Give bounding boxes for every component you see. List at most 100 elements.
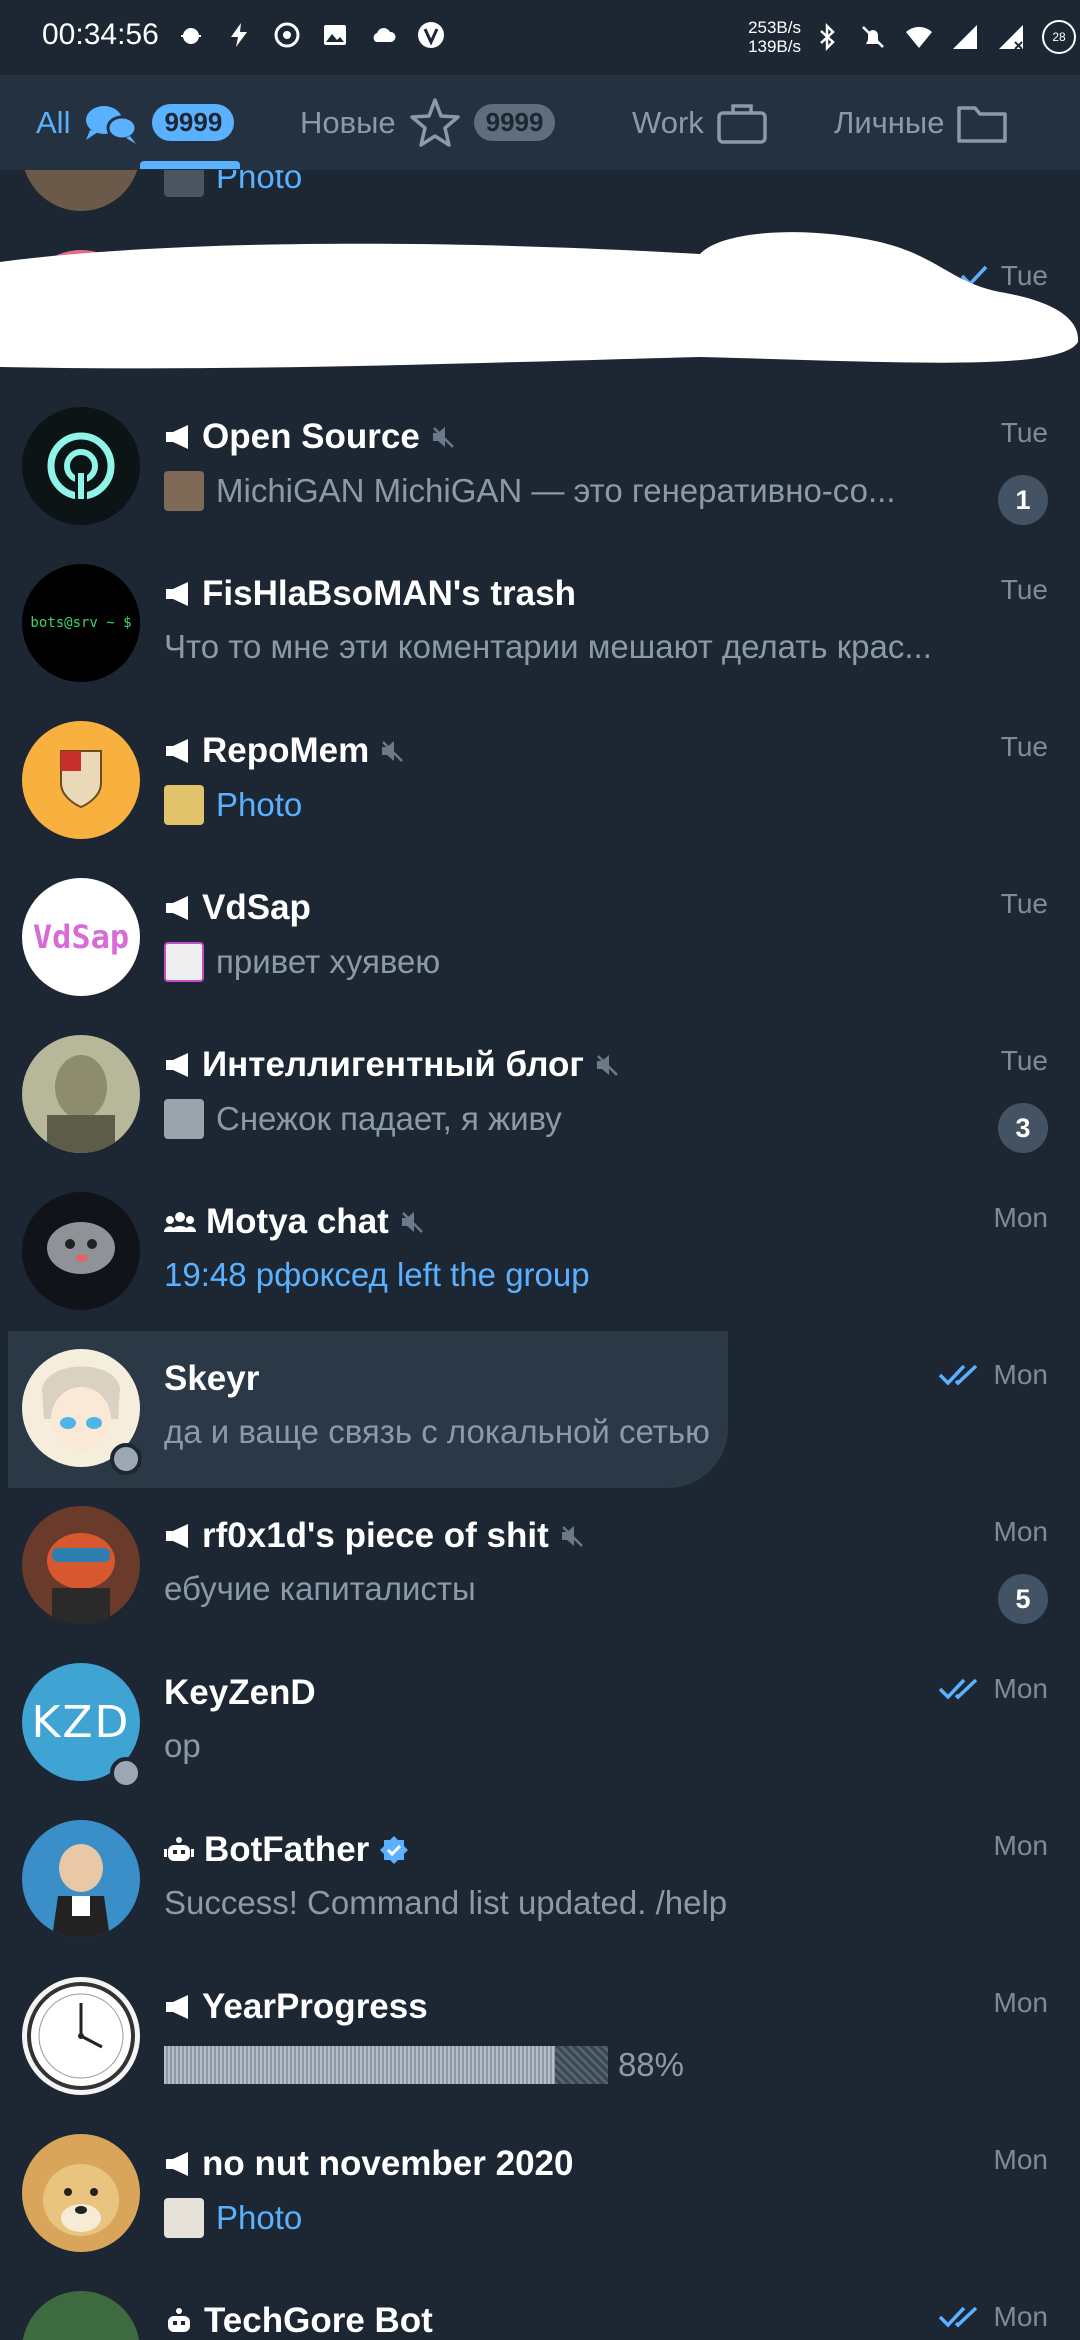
- cat-photo-icon: [47, 1222, 115, 1274]
- folder-tabs: All 9999 Новые 9999 Work Личные: [0, 75, 1080, 170]
- chat-preview: ебучие капиталисты: [164, 1570, 476, 1607]
- avatar: [22, 1977, 140, 2095]
- channel-megaphone-icon: [166, 425, 188, 449]
- chat-row-fishlabsoman[interactable]: bots@srv ~ $ FisHlaBsoMAN's trash Tue Чт…: [0, 546, 1080, 703]
- chat-row-open-source[interactable]: Open Source Tue MichiGAN MichiGAN — это …: [0, 389, 1080, 546]
- channel-megaphone-icon: [166, 896, 188, 920]
- chat-row[interactable]: Photo: [0, 170, 1080, 232]
- muted-icon: [382, 741, 404, 762]
- tab-novye[interactable]: Новые 9999: [300, 75, 556, 170]
- shield-crest-icon: [60, 750, 102, 809]
- chat-row-skeyr[interactable]: Skeyr Mon да и ваще связь с локальной се…: [0, 1331, 1080, 1488]
- tab-label: All: [36, 104, 71, 140]
- cartoon-character-icon: [47, 1533, 115, 1624]
- chat-title: no nut november 2020: [164, 2144, 573, 2184]
- avatar: [22, 721, 140, 839]
- chat-time: Tue: [1000, 1045, 1048, 1076]
- chat-time: Mon: [938, 1359, 1048, 1391]
- progress-track: [164, 2046, 608, 2084]
- chat-preview: привет хуявею: [164, 942, 1004, 982]
- wifi-icon: [906, 26, 932, 48]
- chat-row-keyzend[interactable]: KZD KeyZenD Mon ор: [0, 1645, 1080, 1802]
- chat-row-repomem[interactable]: RepoMem Tue Photo: [0, 703, 1080, 860]
- muted-icon: [561, 1526, 583, 1547]
- chat-row-vdsap[interactable]: VdSap VdSap Tue привет хуявею: [0, 860, 1080, 1017]
- avatar: VdSap: [22, 878, 140, 996]
- chat-time: Mon: [993, 2144, 1048, 2175]
- channel-megaphone-icon: [166, 739, 188, 763]
- chat-list[interactable]: Photo Tue Open Source Tue MichiGAN Michi…: [0, 170, 1080, 2340]
- active-tab-indicator: [140, 161, 240, 169]
- tab-lichnye[interactable]: Личные: [834, 75, 1008, 170]
- chat-title: BotFather: [164, 1830, 409, 1870]
- chat-time: Tue: [1000, 574, 1048, 605]
- offline-status-dot: [110, 1757, 142, 1789]
- avatar: [22, 407, 140, 525]
- double-check-icon: [938, 1364, 977, 1386]
- chat-row-botfather[interactable]: BotFather Mon Success! Command list upda…: [0, 1802, 1080, 1959]
- chat-preview: Что то мне эти коментарии мешают делать …: [164, 628, 932, 665]
- chat-preview: Photo: [164, 170, 1004, 197]
- status-clock: 00:34:56: [42, 18, 159, 51]
- photo-thumbnail: [164, 2198, 204, 2238]
- signal-2-icon: [999, 25, 1023, 50]
- chat-time: Mon: [938, 2301, 1048, 2333]
- offline-status-dot: [110, 1443, 142, 1475]
- chat-time: Mon: [993, 1202, 1048, 1233]
- chat-title: Open Source: [164, 417, 456, 457]
- cloud-icon: [373, 28, 396, 42]
- chat-row-yearprogress[interactable]: YearProgress Mon 88%: [0, 1959, 1080, 2116]
- vdsap-logo-icon: VdSap: [32, 918, 130, 956]
- portrait-icon: [47, 1055, 115, 1153]
- tab-all[interactable]: All 9999: [36, 75, 235, 170]
- bug-icon: [181, 28, 201, 44]
- chat-preview: да и ваще связь с локальной сетью: [164, 1413, 710, 1450]
- chat-title: KeyZenD: [164, 1673, 316, 1712]
- chat-time: Tue: [1000, 731, 1048, 762]
- chat-title: TechGore Bot: [164, 2301, 433, 2340]
- battery-icon: 28: [1042, 20, 1076, 54]
- redaction-scribble: [0, 232, 1079, 369]
- chat-preview: MichiGAN MichiGAN — это генеративно-со..…: [164, 471, 944, 511]
- unread-badge: 3: [998, 1103, 1048, 1153]
- double-check-icon: [938, 2306, 977, 2328]
- chat-title: YearProgress: [164, 1987, 428, 2027]
- chat-time: Tue: [1000, 888, 1048, 919]
- folder-icon: [957, 105, 1008, 143]
- signal-icon: [953, 25, 977, 49]
- tab-work[interactable]: Work: [632, 75, 768, 170]
- bot-icon: [164, 1837, 194, 1861]
- avatar: [22, 2291, 140, 2340]
- avatar: bots@srv ~ $: [22, 564, 140, 682]
- channel-megaphone-icon: [166, 1053, 188, 1077]
- chat-time: Mon: [993, 1987, 1048, 2018]
- channel-megaphone-icon: [166, 1524, 188, 1548]
- photo-thumbnail: [164, 785, 204, 825]
- avatar: [22, 1035, 140, 1153]
- chat-time: Mon: [993, 1830, 1048, 1861]
- image-icon: [324, 25, 346, 45]
- chat-row-no-nut-november[interactable]: no nut november 2020 Mon Photo: [0, 2116, 1080, 2273]
- chat-row-rf0x1d[interactable]: rf0x1d's piece of shit Mon ебучие капита…: [0, 1488, 1080, 1645]
- system-icons: 28: [812, 20, 1076, 54]
- channel-megaphone-icon: [166, 582, 188, 606]
- notification-icons: [176, 20, 446, 50]
- chat-row[interactable]: Tue: [0, 232, 1080, 389]
- status-bar: 00:34:56 253B/s 139B/s 28: [0, 0, 1080, 75]
- avatar: [22, 1820, 140, 1938]
- tab-unread-count: 9999: [473, 104, 556, 141]
- chat-preview: Снежок падает, я живу: [164, 1099, 1004, 1139]
- doge-icon: [43, 2164, 119, 2236]
- botfather-avatar-icon: [52, 1844, 110, 1938]
- channel-megaphone-icon: [166, 2152, 188, 2176]
- double-check-icon: [938, 1678, 977, 1700]
- vpn-icon: [274, 22, 300, 48]
- muted-icon: [596, 1055, 618, 1076]
- clock-face-icon: [27, 1982, 135, 2090]
- progress-fill: [164, 2046, 555, 2084]
- chat-row-intelligent-blog[interactable]: Интеллигентный блог Tue Снежок падает, я…: [0, 1017, 1080, 1174]
- chat-row-motya-chat[interactable]: Motya chat Mon 19:48 рфоксед left the gr…: [0, 1174, 1080, 1331]
- chat-title: VdSap: [164, 888, 311, 928]
- photo-thumbnail: [164, 170, 204, 197]
- chat-row-techgore-bot[interactable]: TechGore Bot Mon: [0, 2273, 1080, 2340]
